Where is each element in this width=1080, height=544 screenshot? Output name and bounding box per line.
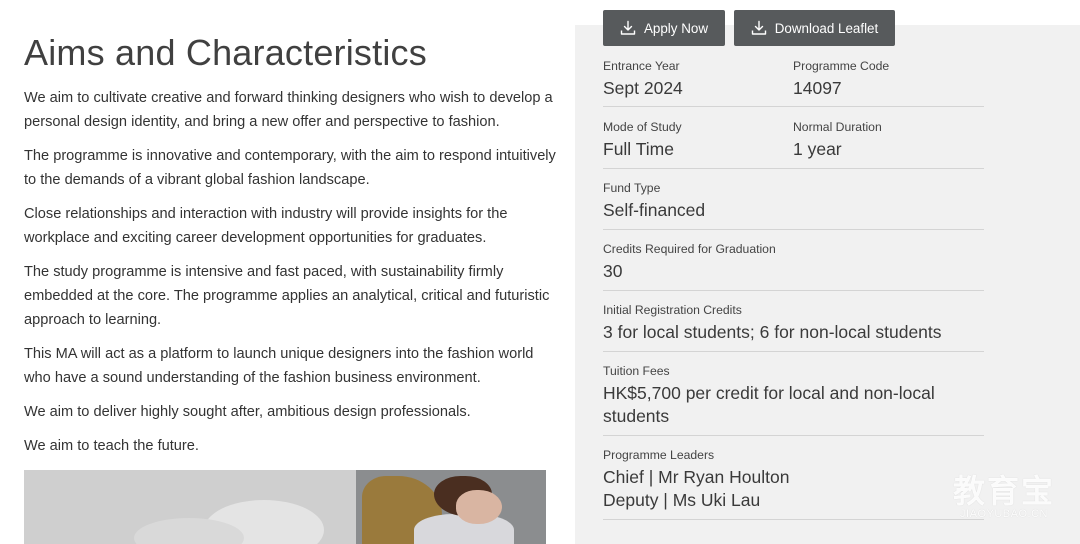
normal-duration-label: Normal Duration [793,120,882,134]
tuition-fees-value: HK$5,700 per credit for local and non-lo… [603,383,935,426]
credits-required-field: Credits Required for Graduation 30 [603,242,984,283]
programme-leader-chief: Chief | Mr Ryan Houlton [603,467,790,487]
divider [603,435,984,436]
normal-duration-value: 1 year [793,139,842,159]
divider [603,229,984,230]
registration-credits-field: Initial Registration Credits 3 for local… [603,303,984,344]
fund-type-value: Self-financed [603,200,706,220]
fund-type-label: Fund Type [603,181,661,195]
divider [603,290,984,291]
divider [603,168,984,169]
download-leaflet-label: Download Leaflet [774,20,879,36]
credits-required-label: Credits Required for Graduation [603,242,776,256]
fund-type-field: Fund Type Self-financed [603,181,984,222]
divider [603,519,984,520]
download-leaflet-button[interactable]: Download Leaflet [734,10,895,46]
page-title: Aims and Characteristics [24,32,427,73]
tuition-fees-label: Tuition Fees [603,364,670,378]
apply-now-button[interactable]: Apply Now [603,10,725,46]
programme-code-value: 14097 [793,78,842,98]
paragraph-1: We aim to cultivate creative and forward… [24,90,553,130]
paragraph-7: We aim to teach the future. [24,438,199,454]
registration-credits-value: 3 for local students; 6 for non-local st… [603,322,942,342]
normal-duration-field: Normal Duration 1 year [793,120,983,161]
paragraph-5: This MA will act as a platform to launch… [24,346,534,386]
download-icon [751,20,766,35]
apply-now-label: Apply Now [643,20,708,36]
credits-required-value: 30 [603,261,623,281]
registration-credits-label: Initial Registration Credits [603,303,742,317]
paragraph-4: The study programme is intensive and fas… [24,264,550,328]
divider [603,106,984,107]
download-icon [620,20,636,35]
paragraph-6: We aim to deliver highly sought after, a… [24,404,471,420]
programme-leaders-label: Programme Leaders [603,448,715,462]
paragraph-3: Close relationships and interaction with… [24,206,508,246]
programme-code-field: Programme Code 14097 [793,59,983,100]
tuition-fees-field: Tuition Fees HK$5,700 per credit for loc… [603,364,984,427]
paragraph-2: The programme is innovative and contempo… [24,148,556,188]
divider [603,351,984,352]
programme-leader-deputy: Deputy | Ms Uki Lau [603,489,761,510]
programme-code-label: Programme Code [793,59,890,73]
programme-leaders-field: Programme Leaders Chief | Mr Ryan Houlto… [603,448,984,511]
programme-photo [24,470,546,544]
description: We aim to cultivate creative and forward… [24,86,564,468]
